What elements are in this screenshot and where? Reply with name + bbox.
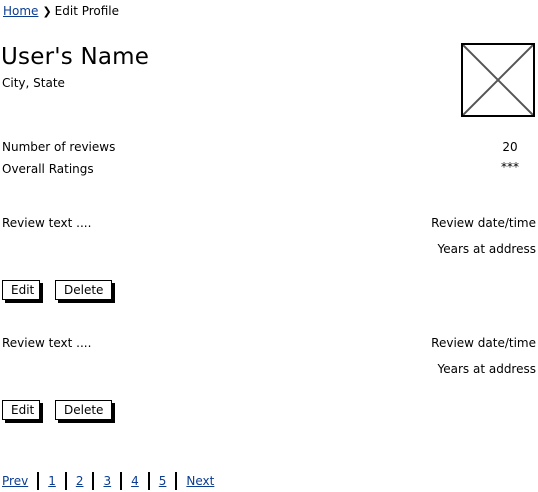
pagination-divider xyxy=(120,472,123,490)
breadcrumb: Home ❯ Edit Profile xyxy=(3,4,119,18)
delete-review-button[interactable]: Delete xyxy=(55,400,112,420)
page-link-3[interactable]: 3 xyxy=(103,474,111,488)
breadcrumb-current: Edit Profile xyxy=(54,4,120,18)
review-date: Review date/time xyxy=(431,216,536,230)
reviews-count-label: Number of reviews xyxy=(2,140,116,154)
chevron-right-icon: ❯ xyxy=(42,5,52,18)
pagination: Prev 1 2 3 4 5 Next xyxy=(2,472,214,490)
reviews-count-value: 20 xyxy=(502,140,518,154)
review-date: Review date/time xyxy=(431,336,536,350)
edit-review-button[interactable]: Edit xyxy=(2,400,40,420)
pagination-divider xyxy=(92,472,95,490)
page-link-1[interactable]: 1 xyxy=(48,474,56,488)
review-years-at-address: Years at address xyxy=(437,242,537,256)
next-page-link[interactable]: Next xyxy=(186,474,214,488)
breadcrumb-home-link[interactable]: Home xyxy=(3,4,38,18)
pagination-divider xyxy=(37,472,40,490)
page-link-5[interactable]: 5 xyxy=(159,474,167,488)
review-text: Review text .... xyxy=(2,216,92,230)
pagination-divider xyxy=(64,472,67,490)
review-text: Review text .... xyxy=(2,336,92,350)
review-years-at-address: Years at address xyxy=(437,362,537,376)
avatar xyxy=(461,43,535,117)
overall-ratings-label: Overall Ratings xyxy=(2,162,94,176)
pagination-divider xyxy=(147,472,150,490)
prev-page-link[interactable]: Prev xyxy=(2,474,28,488)
user-location: City, State xyxy=(2,76,65,90)
pagination-divider xyxy=(175,472,178,490)
delete-review-button[interactable]: Delete xyxy=(55,280,112,300)
overall-ratings-value: *** xyxy=(501,160,519,174)
page-link-4[interactable]: 4 xyxy=(131,474,139,488)
user-name: User's Name xyxy=(1,44,150,70)
edit-review-button[interactable]: Edit xyxy=(2,280,40,300)
image-placeholder-icon xyxy=(463,45,533,115)
page-link-2[interactable]: 2 xyxy=(76,474,84,488)
